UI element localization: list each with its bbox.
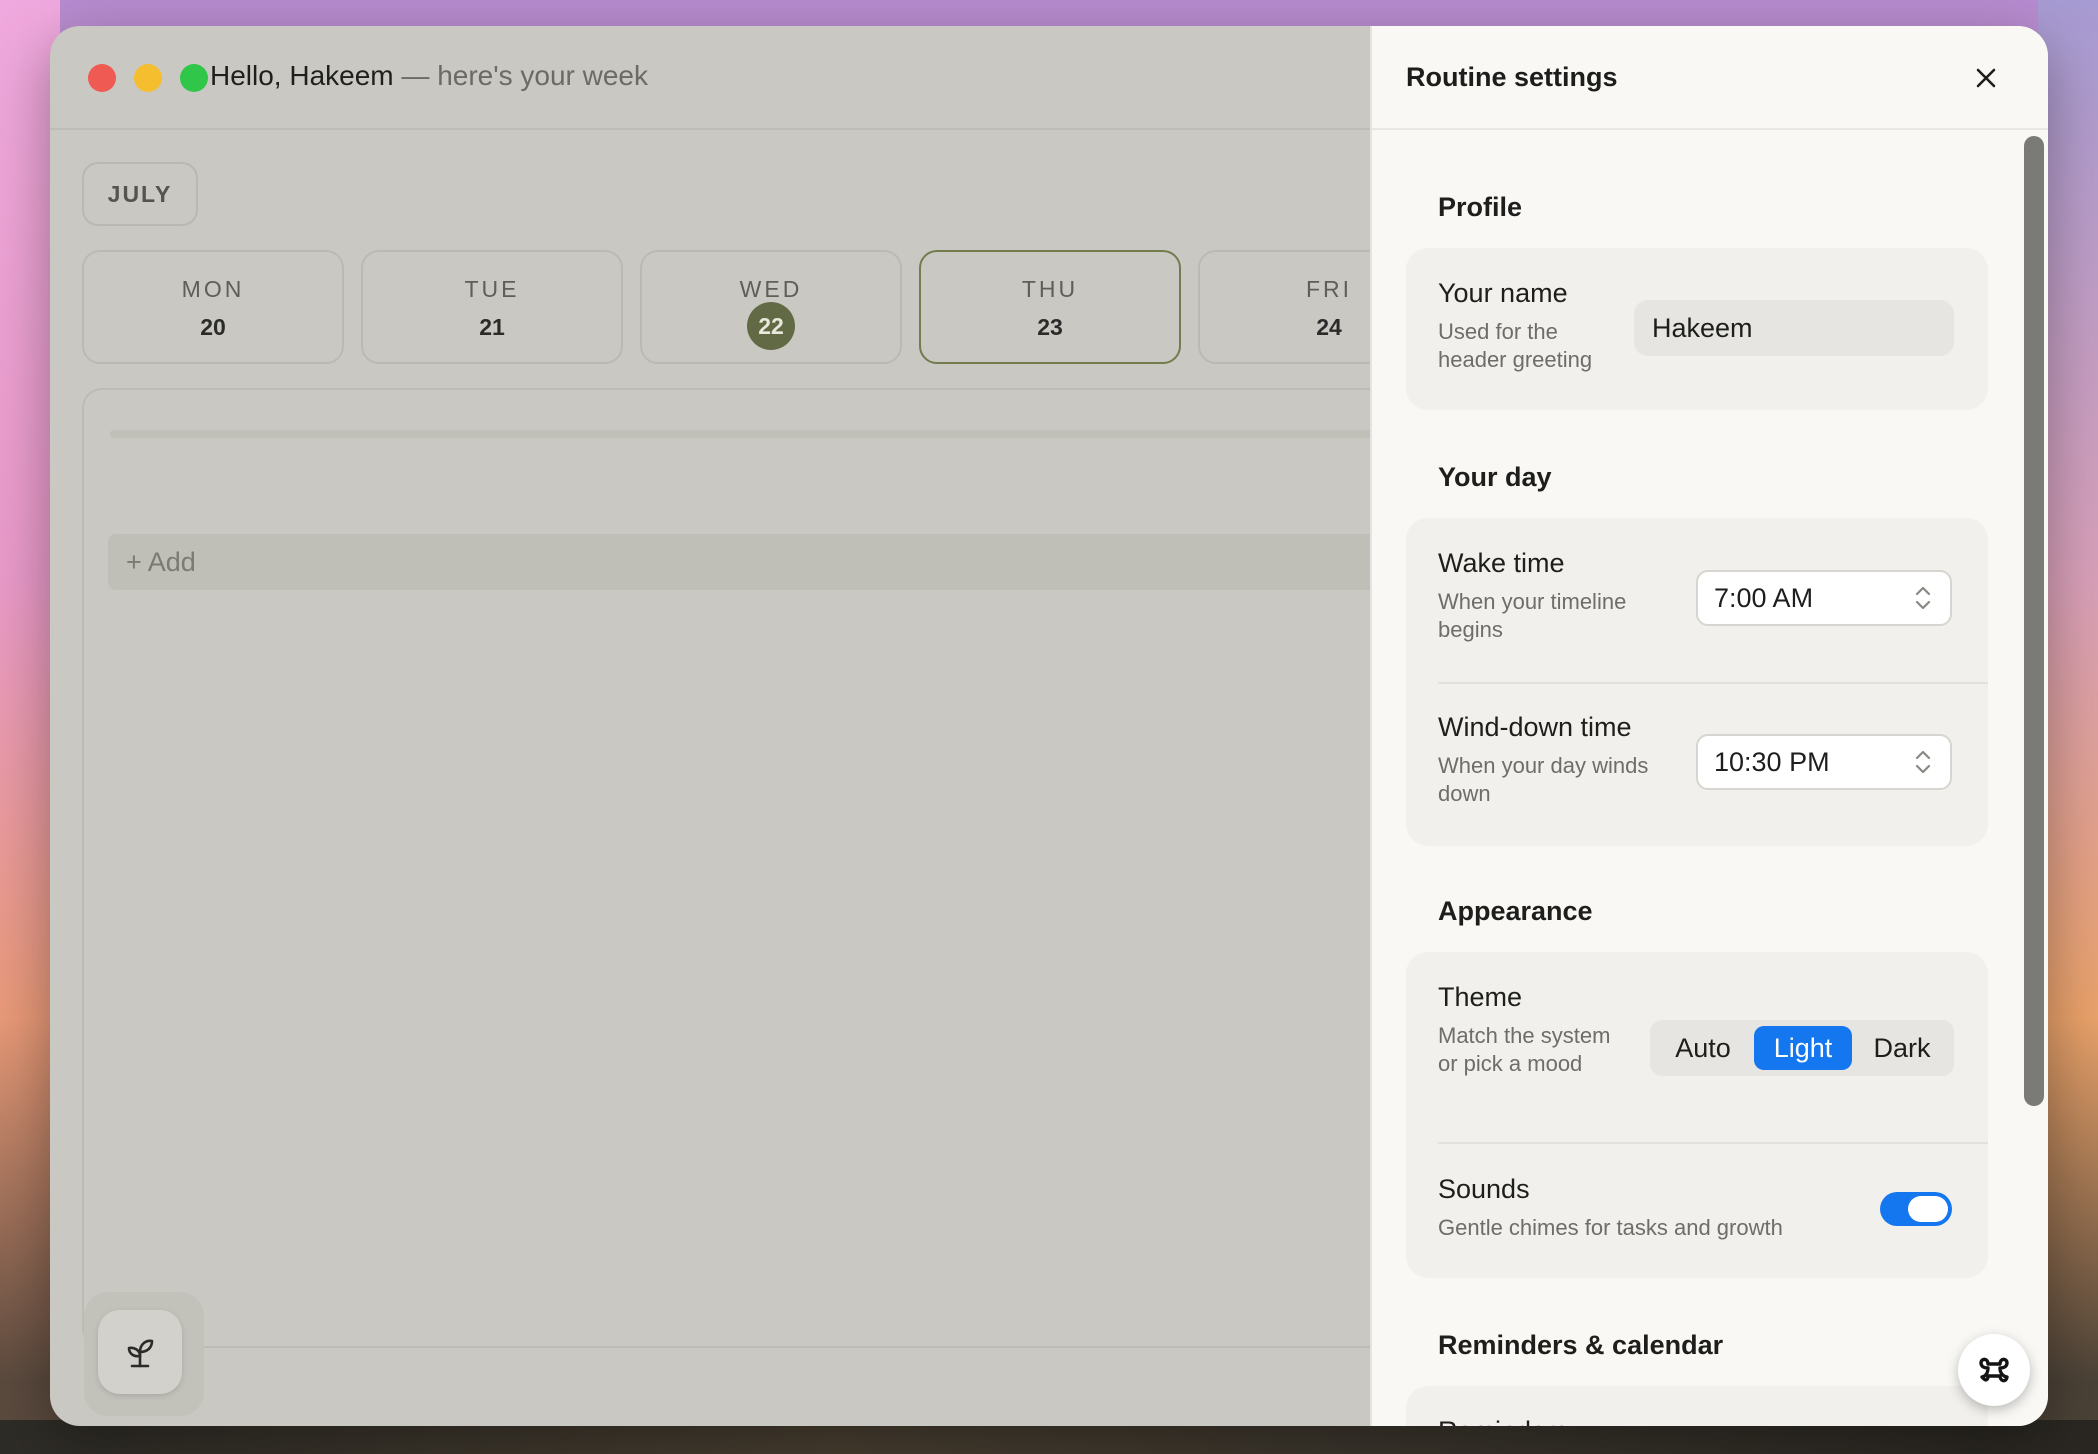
- sprout-icon: [127, 1339, 154, 1368]
- theme-segmented-control: Auto Light Dark: [1650, 1020, 1954, 1076]
- day-number: 23: [1037, 314, 1063, 340]
- section-title-reminders: Reminders & calendar: [1438, 1330, 1724, 1360]
- day-card-wed[interactable]: WED 22: [640, 250, 902, 364]
- profile-group: Your name Used for the header greeting H…: [1406, 248, 1988, 410]
- plant-button[interactable]: [98, 1310, 182, 1394]
- settings-scrollbar-thumb[interactable]: [2024, 136, 2044, 1106]
- winddown-time-stepper[interactable]: 10:30 PM: [1696, 734, 1952, 790]
- reminders-group: Reminders: [1406, 1386, 1988, 1426]
- header-greeting: Hello, Hakeem — here's your week: [210, 60, 648, 92]
- winddown-time-description: When your day winds down: [1438, 753, 1649, 806]
- sounds-description: Gentle chimes for tasks and growth: [1438, 1215, 1783, 1240]
- wake-time-description: When your timeline begins: [1438, 589, 1627, 642]
- day-card-thu[interactable]: THU 23: [919, 250, 1181, 364]
- month-label[interactable]: JULY: [82, 162, 198, 226]
- theme-option-auto[interactable]: Auto: [1658, 1026, 1748, 1070]
- day-number-today: 22: [747, 302, 795, 350]
- theme-description: Match the system or pick a mood: [1438, 1023, 1611, 1076]
- stepper-arrows-icon: [1915, 750, 1931, 774]
- sounds-toggle[interactable]: [1880, 1192, 1952, 1226]
- settings-header: Routine settings: [1372, 26, 2048, 130]
- settings-title: Routine settings: [1406, 62, 1618, 92]
- name-description: Used for the header greeting: [1438, 319, 1593, 372]
- name-label: Your name: [1438, 278, 1568, 308]
- close-icon: [1976, 68, 1996, 88]
- section-title-profile: Profile: [1438, 192, 1523, 222]
- wake-time-value: 7:00 AM: [1714, 583, 1814, 613]
- day-card-mon[interactable]: MON 20: [82, 250, 344, 364]
- row-divider: [1438, 682, 1988, 684]
- greeting-name: Hello, Hakeem: [210, 60, 394, 91]
- plant-widget: [84, 1292, 204, 1416]
- row-divider: [1438, 1142, 1988, 1144]
- day-name: MON: [181, 276, 245, 302]
- wake-time-label: Wake time: [1438, 548, 1565, 578]
- timeline-divider: [110, 430, 1390, 438]
- reminders-label: Reminders: [1438, 1416, 1569, 1426]
- settings-body[interactable]: Profile Your name Used for the header gr…: [1372, 130, 2048, 1426]
- close-settings-button[interactable]: [1964, 56, 2008, 100]
- floating-action-button[interactable]: [1958, 1334, 2030, 1406]
- day-name: TUE: [464, 276, 520, 302]
- title-bar: Hello, Hakeem — here's your week: [50, 26, 1370, 130]
- day-card-tue[interactable]: TUE 21: [361, 250, 623, 364]
- day-number: 20: [200, 314, 226, 340]
- add-task-button[interactable]: + Add: [108, 534, 1388, 590]
- theme-label: Theme: [1438, 982, 1523, 1012]
- close-window-button[interactable]: [88, 64, 116, 92]
- greeting-subtitle: — here's your week: [393, 60, 648, 91]
- minimize-window-button[interactable]: [134, 64, 162, 92]
- day-name: THU: [1021, 276, 1079, 302]
- theme-option-dark[interactable]: Dark: [1856, 1026, 1948, 1070]
- zoom-window-button[interactable]: [180, 64, 208, 92]
- wake-time-stepper[interactable]: 7:00 AM: [1696, 570, 1952, 626]
- section-title-your-day: Your day: [1438, 462, 1552, 492]
- settings-panel: Routine settings Profile Your name Used …: [1370, 26, 2048, 1426]
- sounds-label: Sounds: [1438, 1174, 1530, 1204]
- toggle-knob: [1908, 1196, 1948, 1222]
- theme-option-light[interactable]: Light: [1754, 1026, 1852, 1070]
- winddown-time-value: 10:30 PM: [1714, 747, 1830, 777]
- your-day-group: Wake time When your timeline begins 7:00…: [1406, 518, 1988, 846]
- section-title-appearance: Appearance: [1438, 896, 1593, 926]
- day-number: 21: [479, 314, 505, 340]
- name-input[interactable]: Hakeem: [1634, 300, 1954, 356]
- timeline-card: [82, 388, 1402, 1348]
- day-name: WED: [739, 276, 803, 302]
- clover-icon: [1979, 1357, 2009, 1383]
- winddown-time-label: Wind-down time: [1438, 712, 1632, 742]
- app-window: Hello, Hakeem — here's your week JULY MO…: [50, 26, 2048, 1426]
- stepper-arrows-icon: [1915, 586, 1931, 610]
- appearance-group: Theme Match the system or pick a mood Au…: [1406, 952, 1988, 1278]
